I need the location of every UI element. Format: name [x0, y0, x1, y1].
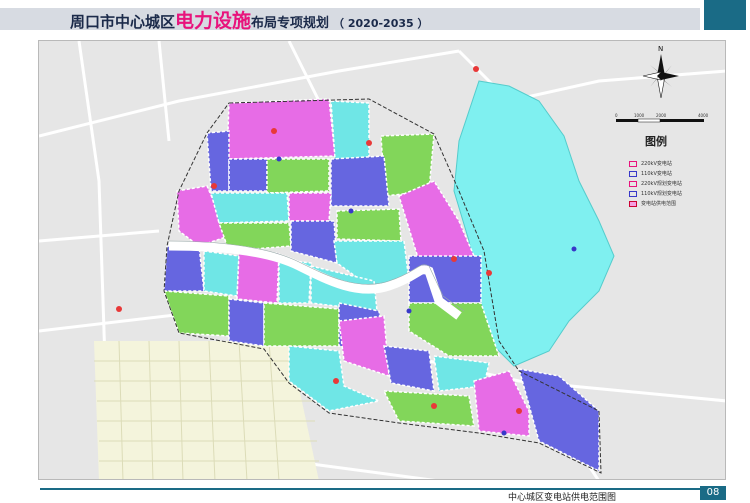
district-green — [266, 158, 330, 194]
district-green — [382, 390, 475, 427]
substation-marker — [516, 408, 522, 414]
substation-marker — [571, 246, 577, 252]
corner-block — [704, 0, 746, 30]
district-green — [162, 290, 230, 337]
substation-marker — [486, 270, 492, 276]
district-cyan — [210, 192, 290, 224]
district-green — [263, 302, 340, 347]
page-title: 周口市中心城区电力设施布局专项规划（ 2020-2035 ） — [70, 6, 429, 33]
district-blue — [228, 298, 265, 347]
district-cyan — [330, 100, 370, 160]
header: 周口市中心城区电力设施布局专项规划（ 2020-2035 ） — [0, 0, 750, 38]
legend: 图例 220kV变电站 110kV变电站 220kV规划变电站 110kV规划变… — [609, 41, 721, 221]
substation-marker — [271, 128, 277, 134]
district-green — [336, 208, 402, 242]
title-prefix: 周口市中心城区 — [70, 13, 176, 31]
substation-marker — [451, 256, 457, 262]
title-suffix: 布局专项规划 — [251, 16, 330, 31]
district-magenta — [226, 98, 336, 160]
map-frame: N 0 1000 2000 4000 图例 220kV变电站 110kV变电站 … — [38, 40, 726, 480]
district-blue — [517, 368, 600, 473]
substation-marker — [116, 306, 122, 312]
legend-label: 变电站供电范围 — [641, 201, 677, 207]
title-highlight: 电力设施 — [175, 10, 252, 32]
legend-label: 110kV规划变电站 — [641, 191, 682, 197]
legend-swatch — [629, 180, 637, 187]
district-blue — [330, 155, 390, 207]
district-blue — [206, 130, 230, 192]
substation-marker — [473, 66, 479, 72]
substation-marker — [501, 430, 507, 436]
legend-swatch — [629, 170, 637, 177]
district-blue — [228, 158, 268, 192]
title-years: （ 2020-2035 ） — [333, 17, 429, 30]
legend-label: 110kV变电站 — [641, 171, 672, 177]
legend-item-220kv: 220kV变电站 — [629, 159, 672, 168]
district-blue — [163, 245, 205, 292]
legend-swatch — [629, 190, 637, 197]
substation-marker — [431, 403, 437, 409]
district-blue — [408, 255, 482, 304]
legend-label: 220kV规划变电站 — [641, 181, 682, 187]
district-magenta — [288, 192, 332, 222]
substation-marker — [333, 378, 339, 384]
footer — [0, 482, 750, 500]
legend-item-supply-range: 变电站供电范围 — [629, 199, 676, 208]
legend-label: 220kV变电站 — [641, 161, 672, 167]
legend-item-110kv: 110kV变电站 — [629, 169, 672, 178]
district-magenta — [338, 315, 390, 378]
substation-marker — [348, 208, 354, 214]
legend-swatch — [629, 200, 637, 207]
legend-swatch — [629, 160, 637, 167]
substation-marker — [366, 140, 372, 146]
district-blue — [383, 345, 435, 392]
substation-marker — [211, 183, 217, 189]
page-number: 08 — [700, 486, 726, 500]
district-blue — [290, 220, 338, 264]
substation-marker — [406, 308, 412, 314]
old-city-grid — [94, 340, 319, 479]
legend-title: 图例 — [645, 135, 667, 148]
district-cyan — [203, 250, 240, 297]
footer-caption: 中心城区变电站供电范围图 — [508, 493, 617, 503]
substation-marker — [276, 156, 282, 162]
legend-item-110kv-planned: 110kV规划变电站 — [629, 189, 682, 198]
legend-item-220kv-planned: 220kV规划变电站 — [629, 179, 682, 188]
